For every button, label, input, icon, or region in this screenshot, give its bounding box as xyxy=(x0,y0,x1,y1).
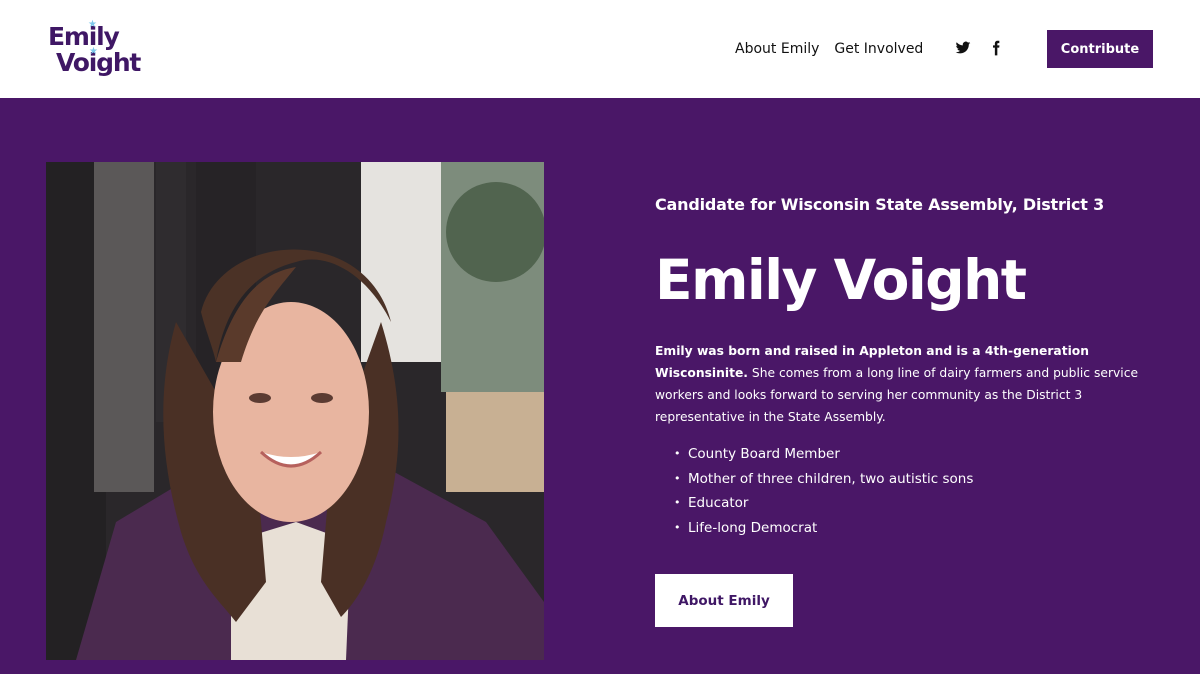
social-links xyxy=(955,40,1004,56)
main-nav: About Emily Get Involved xyxy=(735,38,923,60)
logo-last-name: Voight xyxy=(56,48,141,77)
logo-star-icon: ★ xyxy=(88,19,97,30)
contribute-button[interactable]: Contribute xyxy=(1047,30,1153,68)
highlight-item: Life-long Democrat xyxy=(655,516,1155,541)
site-logo[interactable]: Emily ★ Voight ★ xyxy=(48,19,148,78)
twitter-icon[interactable] xyxy=(955,40,971,56)
highlight-item: Mother of three children, two autistic s… xyxy=(655,467,1155,492)
candidate-highlights: County Board Member Mother of three chil… xyxy=(655,442,1155,540)
hero-content: Candidate for Wisconsin State Assembly, … xyxy=(655,194,1155,540)
candidate-name: Emily Voight xyxy=(655,248,1027,312)
candidate-photo xyxy=(46,162,544,660)
about-emily-button[interactable]: About Emily xyxy=(655,574,793,627)
hero-section: Candidate for Wisconsin State Assembly, … xyxy=(0,98,1200,674)
site-header: Emily ★ Voight ★ About Emily Get Involve… xyxy=(0,0,1200,98)
logo-star-icon: ★ xyxy=(89,46,98,57)
facebook-icon[interactable] xyxy=(988,40,1004,56)
candidate-subtitle: Candidate for Wisconsin State Assembly, … xyxy=(655,195,1105,214)
nav-about-emily[interactable]: About Emily xyxy=(735,38,819,60)
highlight-item: County Board Member xyxy=(655,442,1155,467)
nav-get-involved[interactable]: Get Involved xyxy=(834,38,923,60)
candidate-bio: Emily was born and raised in Appleton an… xyxy=(655,340,1145,428)
highlight-item: Educator xyxy=(655,491,1155,516)
